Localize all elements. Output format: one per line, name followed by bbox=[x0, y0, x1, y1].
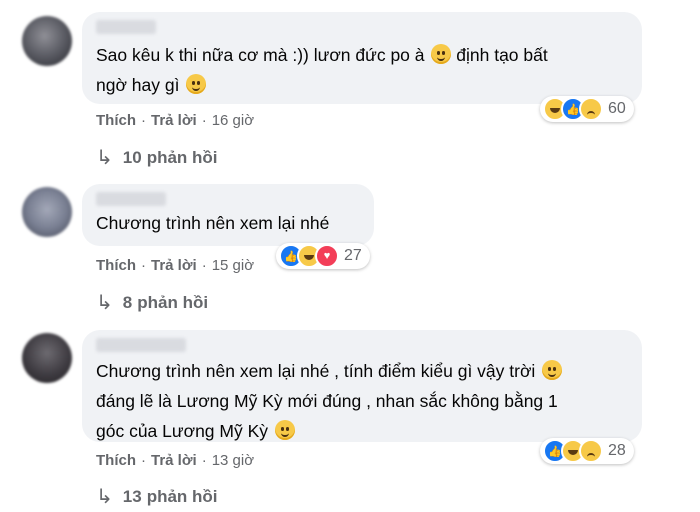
avatar[interactable] bbox=[22, 187, 72, 237]
replies-label: phản hồi bbox=[137, 292, 209, 312]
comment-text-line: đáng lẽ là Lương Mỹ Kỳ mới đúng , nhan s… bbox=[96, 391, 558, 411]
comment-actions: Thích · Trả lời · 15 giờ bbox=[96, 257, 255, 274]
reaction-summary[interactable]: 👍 28 bbox=[540, 438, 634, 464]
reaction-count: 28 bbox=[608, 442, 626, 459]
comment-timestamp[interactable]: 13 giờ bbox=[212, 452, 254, 469]
comment-text-line: Chương trình nên xem lại nhé bbox=[96, 213, 330, 233]
author-name-blurred[interactable] bbox=[96, 338, 186, 352]
view-replies-button[interactable]: ↳ 8 phản hồi bbox=[96, 290, 208, 315]
comment-text-line: góc của Lương Mỹ Kỳ bbox=[96, 421, 269, 441]
like-button[interactable]: Thích bbox=[96, 112, 136, 129]
replies-count: 13 bbox=[122, 486, 142, 506]
reaction-summary[interactable]: 👍 60 bbox=[540, 96, 634, 122]
comment-actions: Thích · Trả lời · 16 giờ bbox=[96, 112, 255, 129]
smiling-face-icon bbox=[431, 44, 452, 64]
comment-timestamp[interactable]: 16 giờ bbox=[212, 112, 254, 129]
replies-count: 10 bbox=[122, 147, 142, 167]
avatar[interactable] bbox=[22, 333, 72, 383]
comment-bubble: Sao kêu k thi nữa cơ mà :)) lươn đức po … bbox=[82, 12, 642, 104]
weary-face-icon bbox=[542, 360, 563, 380]
reaction-summary[interactable]: 👍 ♥ 27 bbox=[276, 243, 370, 269]
comment-text-line: định tạo bất bbox=[456, 45, 548, 65]
comment-bubble: Chương trình nên xem lại nhé , tính điểm… bbox=[82, 330, 642, 442]
reply-button[interactable]: Trả lời bbox=[151, 112, 197, 129]
comment-bubble: Chương trình nên xem lại nhé bbox=[82, 184, 374, 246]
avatar[interactable] bbox=[22, 16, 72, 66]
comment-text-line: ngờ hay gì bbox=[96, 75, 180, 95]
author-name-blurred[interactable] bbox=[96, 20, 156, 34]
reply-arrow-icon: ↳ bbox=[96, 292, 113, 314]
replies-label: phản hồi bbox=[146, 486, 218, 506]
author-name-blurred[interactable] bbox=[96, 192, 166, 206]
reply-button[interactable]: Trả lời bbox=[151, 452, 197, 469]
like-button[interactable]: Thích bbox=[96, 452, 136, 469]
view-replies-button[interactable]: ↳ 10 phản hồi bbox=[96, 145, 218, 170]
reaction-count: 60 bbox=[608, 100, 626, 117]
comment-text: Chương trình nên xem lại nhé bbox=[96, 208, 360, 238]
reaction-count: 27 bbox=[344, 247, 362, 264]
love-icon: ♥ bbox=[315, 244, 339, 268]
reply-button[interactable]: Trả lời bbox=[151, 257, 197, 274]
sad-icon bbox=[579, 97, 603, 121]
sad-icon bbox=[579, 439, 603, 463]
like-button[interactable]: Thích bbox=[96, 257, 136, 274]
comment-actions: Thích · Trả lời · 13 giờ bbox=[96, 452, 255, 469]
smiling-face-icon bbox=[186, 74, 207, 94]
reply-arrow-icon: ↳ bbox=[96, 147, 113, 169]
view-replies-button[interactable]: ↳ 13 phản hồi bbox=[96, 484, 218, 509]
comment-timestamp[interactable]: 15 giờ bbox=[212, 257, 254, 274]
comment-text: Chương trình nên xem lại nhé , tính điểm… bbox=[96, 356, 628, 446]
comment-text-line: Sao kêu k thi nữa cơ mà :)) lươn đức po … bbox=[96, 45, 425, 65]
replies-label: phản hồi bbox=[146, 147, 218, 167]
reply-arrow-icon: ↳ bbox=[96, 486, 113, 508]
comment-text: Sao kêu k thi nữa cơ mà :)) lươn đức po … bbox=[96, 40, 628, 100]
comment-text-line: Chương trình nên xem lại nhé , tính điểm… bbox=[96, 361, 536, 381]
smiling-face-icon bbox=[274, 420, 295, 440]
replies-count: 8 bbox=[122, 292, 133, 312]
